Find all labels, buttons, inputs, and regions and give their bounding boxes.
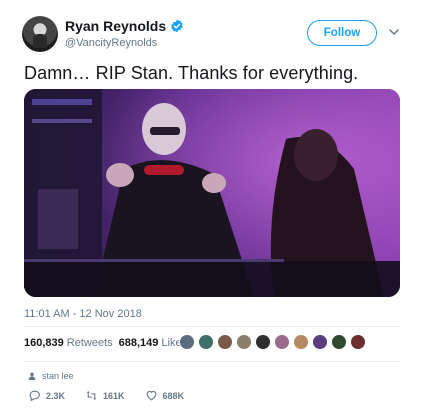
retweet-icon (86, 391, 97, 400)
topic-label: stan lee (42, 371, 74, 381)
user-handle[interactable]: @VancityReynolds (65, 37, 157, 49)
chevron-down-icon[interactable] (388, 26, 400, 38)
liker-avatar[interactable] (350, 334, 366, 350)
engagement-stats: 160,839 Retweets 688,149 Likes (24, 337, 187, 353)
liker-avatar[interactable] (331, 334, 347, 350)
liker-avatar[interactable] (217, 334, 233, 350)
liker-avatar[interactable] (293, 334, 309, 350)
liker-avatar[interactable] (236, 334, 252, 350)
tweet-timestamp[interactable]: 11:01 AM - 12 Nov 2018 (24, 308, 142, 320)
tweet-header: Ryan Reynolds @VancityReynolds Follow (22, 16, 406, 56)
liker-avatar[interactable] (274, 334, 290, 350)
like-button[interactable]: 688K (145, 389, 185, 402)
liker-avatars (179, 334, 369, 350)
reply-count: 2.3K (46, 390, 66, 401)
retweet-count: 161K (103, 390, 125, 401)
liker-avatar[interactable] (312, 334, 328, 350)
follow-button[interactable]: Follow (307, 20, 377, 46)
divider (24, 326, 400, 327)
divider (24, 361, 400, 362)
person-icon (28, 372, 36, 380)
retweets-label[interactable]: Retweets (67, 337, 113, 349)
display-name[interactable]: Ryan Reynolds (65, 18, 166, 34)
like-count: 688K (162, 390, 185, 401)
heart-icon (146, 390, 156, 401)
reply-button[interactable]: 2.3K (28, 389, 65, 402)
retweet-button[interactable]: 161K (85, 389, 125, 402)
reply-icon (29, 390, 40, 402)
tweet-text: Damn… RIP Stan. Thanks for everything. (24, 63, 359, 83)
liker-avatar[interactable] (255, 334, 271, 350)
liker-avatar[interactable] (198, 334, 214, 350)
photo-illustration (24, 89, 400, 297)
liker-avatar[interactable] (179, 334, 195, 350)
avatar[interactable] (22, 16, 58, 52)
tweet-photo[interactable] (24, 89, 400, 297)
likes-count[interactable]: 688,149 (119, 337, 159, 349)
topic-row[interactable]: stan lee (28, 371, 74, 381)
name-row: Ryan Reynolds (65, 18, 184, 34)
tweet-actions: 2.3K 161K 688K (28, 389, 204, 402)
verified-badge-icon (171, 19, 183, 33)
retweets-count[interactable]: 160,839 (24, 337, 64, 349)
